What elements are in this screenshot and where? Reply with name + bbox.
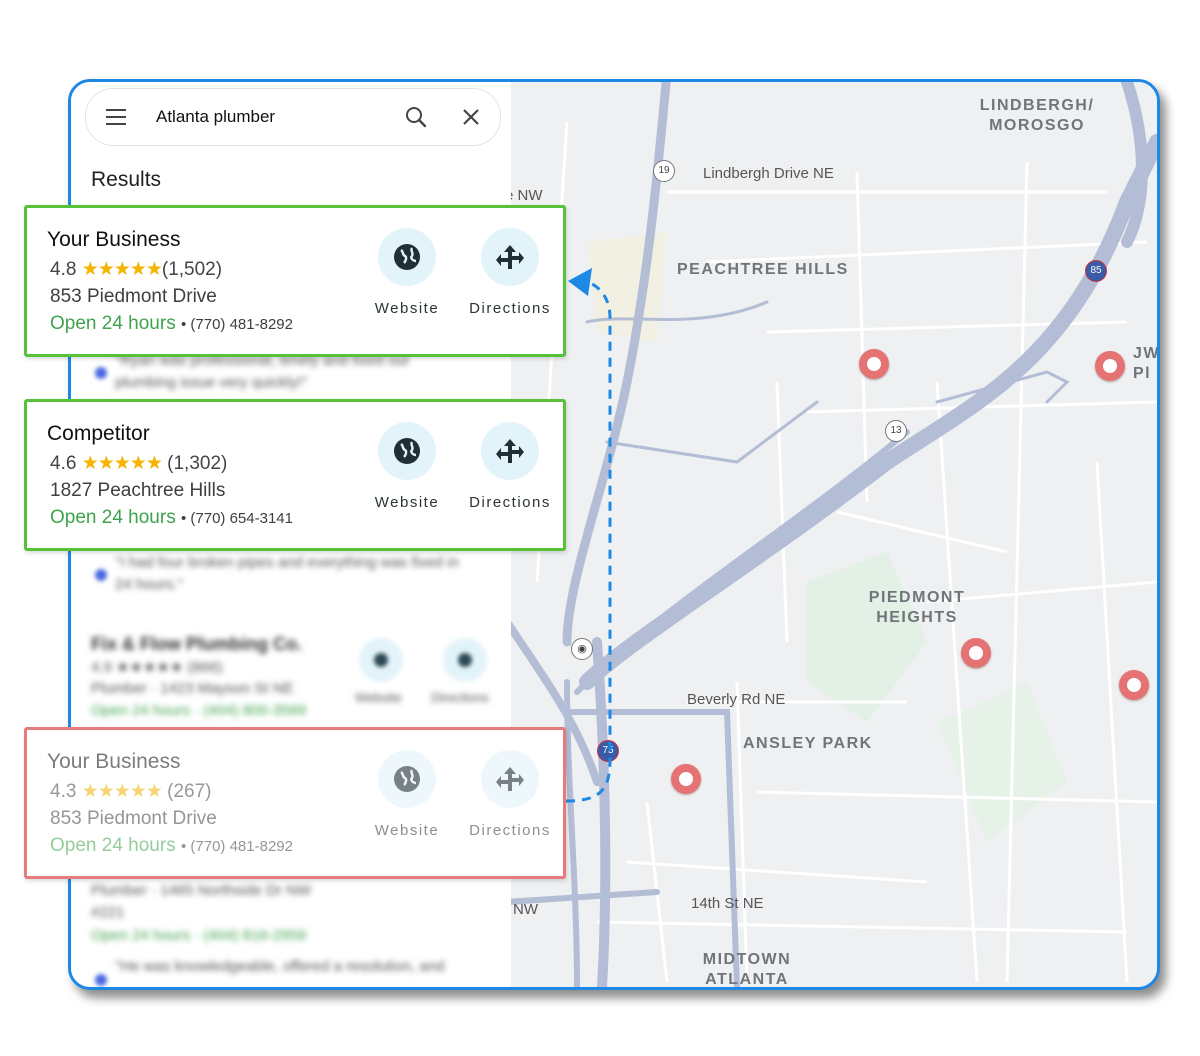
search-icon[interactable] [404,105,428,134]
globe-icon [394,244,420,270]
blurred-listing2-address-b: #221 [91,904,125,921]
open-status: Open 24 hours [50,835,176,856]
map-label-piedmont-heights: PIEDMONT HEIGHTS [868,589,966,626]
listing-rating: 4.6 ★★★★★ (1,302) [50,452,227,475]
i75-shield-icon: 75 [597,740,619,762]
website-button[interactable]: Website [357,422,457,511]
transit-icon: ◉ [571,638,593,660]
listing-phone: (770) 481-8292 [190,838,293,855]
us19-shield-icon: 19 [653,160,675,182]
blurred-review-2b: 24 hours." [115,576,183,593]
listing-rating: 4.3 ★★★★★ (267) [50,780,212,803]
listing-card-your-business-low[interactable]: Your Business 4.3 ★★★★★ (267) 853 Piedmo… [24,727,566,879]
open-status: Open 24 hours [50,313,176,334]
blurred-website-button [359,638,403,682]
directions-label: Directions [469,822,551,839]
map-roads [507,82,1157,987]
directions-button[interactable]: Directions [460,228,560,317]
map-label-midtown: MIDTOWN ATLANTA [702,951,792,987]
rating-value: 4.3 [50,781,77,802]
blurred-listing2-address-a: Plumber · 1465 Northside Dr NW [91,882,312,899]
globe-icon [394,766,420,792]
map-label-14th-st: 14th St NE [691,895,764,912]
blurred-listing-hours: Open 24 hours · (404) 800-3569 [91,702,307,719]
directions-button[interactable]: Directions [460,750,560,839]
map-label-lindbergh-drive: Lindbergh Drive NE [703,165,834,182]
directions-button[interactable]: Directions [460,422,560,511]
website-label: Website [374,494,440,511]
website-label: Website [374,822,440,839]
map-pin-ansley[interactable] [671,764,701,794]
listing-phone: (770) 481-8292 [190,316,293,333]
listing-hours: Open 24 hours • (770) 654-3141 [50,507,293,528]
map-label-beverly-rd: Beverly Rd NE [687,691,786,708]
listing-card-competitor[interactable]: Competitor 4.6 ★★★★★ (1,302) 1827 Peacht… [24,399,566,551]
blurred-review-1b: plumbing issue very quickly!" [115,374,308,391]
blurred-listing-address: Plumber · 1423 Mayson St NE [91,680,294,697]
map-label-lindbergh: LINDBERGH/ MOROSGO [979,97,1095,134]
blurred-review-3: "He was knowledgeable, offered a resolut… [115,958,445,975]
review-count[interactable]: (1,502) [162,259,222,280]
listing-name[interactable]: Competitor [47,422,150,446]
blurred-website-label: Website [355,690,402,705]
results-heading: Results [91,168,162,191]
blurred-listing-rating: 4.9 ★★★★★ (866) [91,659,223,676]
rating-value: 4.8 [50,259,77,280]
open-status: Open 24 hours [50,507,176,528]
star-rating-icon: ★★★★★ [81,453,163,474]
map-label-edge-jw: JW Pl [1133,345,1157,382]
directions-label: Directions [469,494,551,511]
listing-phone: (770) 654-3141 [190,510,293,527]
ga13-shield-icon: 13 [885,420,907,442]
map-pin-your-business[interactable] [859,349,889,379]
map-label-edge-nw: e NW [507,187,543,204]
blurred-directions-button [443,638,487,682]
map-view[interactable]: LINDBERGH/ MOROSGO Lindbergh Drive NE PE… [507,82,1157,987]
review-avatar [95,569,107,581]
review-count[interactable]: (267) [167,781,211,802]
blurred-listing-name: Fix & Flow Plumbing Co. [91,634,302,654]
review-avatar [95,367,107,379]
listing-address: 853 Piedmont Drive [50,808,217,829]
directions-icon [496,245,524,269]
blurred-listing2-hours: Open 24 hours · (404) 816-2959 [91,927,307,944]
listing-name[interactable]: Your Business [47,228,180,252]
close-icon[interactable] [461,107,481,132]
star-rating-icon: ★★★★★ [81,259,163,280]
directions-icon [496,439,524,463]
website-label: Website [374,300,440,317]
directions-label: Directions [469,300,551,317]
website-button[interactable]: Website [357,750,457,839]
rating-value: 4.6 [50,453,77,474]
menu-icon[interactable] [106,109,126,125]
map-pin-east[interactable] [1119,670,1149,700]
listing-hours: Open 24 hours • (770) 481-8292 [50,313,293,334]
map-label-ansley-park: ANSLEY PARK [743,735,873,752]
star-rating-icon: ★★★★★ [81,781,163,802]
listing-card-your-business[interactable]: Your Business 4.8 ★★★★★(1,502) 853 Piedm… [24,205,566,357]
search-input[interactable]: Atlanta plumber [156,107,275,127]
map-pin-jw[interactable] [1095,351,1125,381]
listing-rating: 4.8 ★★★★★(1,502) [50,258,222,281]
search-bar[interactable]: Atlanta plumber [85,88,501,146]
globe-icon [394,438,420,464]
review-count[interactable]: (1,302) [167,453,227,474]
blurred-directions-label: Directions [431,690,489,705]
map-pin-piedmont-heights[interactable] [961,638,991,668]
map-label-edge-nw-2: NW [513,901,538,918]
i85-shield-icon: 85 [1085,260,1107,282]
review-avatar [95,974,107,986]
website-button[interactable]: Website [357,228,457,317]
map-label-peachtree-hills: PEACHTREE HILLS [677,261,849,278]
listing-name[interactable]: Your Business [47,750,180,774]
directions-icon [496,767,524,791]
listing-address: 853 Piedmont Drive [50,286,217,307]
listing-hours: Open 24 hours • (770) 481-8292 [50,835,293,856]
listing-address: 1827 Peachtree Hills [50,480,226,501]
blurred-review-2a: "I had four broken pipes and everything … [115,554,459,571]
